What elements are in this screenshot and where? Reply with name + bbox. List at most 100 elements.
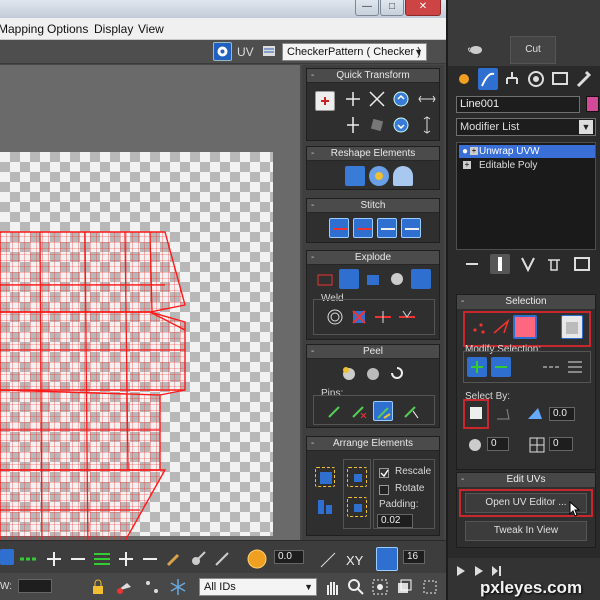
rollup-header[interactable]: - Explode [307, 251, 439, 265]
cut-button[interactable]: Cut [510, 36, 556, 64]
straighten-selection-icon[interactable] [345, 166, 365, 186]
create-tab-icon[interactable] [454, 68, 474, 90]
zoom-icon[interactable] [346, 577, 366, 597]
modify-tab-icon[interactable] [478, 68, 498, 90]
stitch-target-icon[interactable] [353, 218, 373, 238]
menu-mapping[interactable]: Mapping [0, 22, 44, 36]
reset-peel-icon[interactable] [387, 363, 407, 383]
lightbulb-icon[interactable]: ● [462, 145, 468, 158]
object-color-swatch[interactable] [586, 96, 599, 112]
vertex-mode-icon[interactable] [469, 317, 489, 337]
zoom-region-icon[interactable] [370, 577, 390, 597]
plus-icon[interactable] [44, 549, 64, 569]
stack-item-unwrap-uvw[interactable]: ● + Unwrap UVW [459, 145, 595, 158]
select-by-material-id-icon[interactable] [527, 435, 547, 455]
edge-loop-icon[interactable] [541, 357, 561, 377]
list-icon[interactable] [262, 44, 276, 58]
lock-icon[interactable] [90, 577, 106, 597]
menu-display[interactable]: Display [94, 22, 133, 36]
show-end-result-icon[interactable] [490, 254, 510, 274]
quick-peel-icon[interactable] [339, 363, 359, 383]
flatten-by-smoothing-icon[interactable] [411, 269, 431, 289]
pack-custom-icon[interactable] [347, 467, 367, 487]
padding-spinner[interactable]: 0.02 [377, 514, 413, 528]
uv-viewport[interactable] [0, 65, 300, 540]
pack-normalize-icon[interactable] [315, 467, 335, 487]
pan-hand-icon[interactable] [322, 577, 342, 597]
rotate-cw-icon[interactable] [391, 89, 411, 109]
stitch-source-icon[interactable] [401, 218, 421, 238]
snap-spinner[interactable]: 16 [403, 550, 425, 564]
motion-tab-icon[interactable] [526, 68, 546, 90]
remove-modifier-icon[interactable] [544, 254, 564, 274]
texture-dropdown[interactable]: CheckerPattern ( Checker ) ▼ [282, 43, 427, 61]
straighten-icon[interactable] [367, 115, 387, 135]
edge-ring-icon[interactable] [565, 357, 585, 377]
element-mode-icon[interactable] [561, 315, 583, 339]
uv-mesh-wireframe[interactable] [0, 230, 300, 540]
edit-uvs-rollout-header[interactable]: - Edit UVs [457, 473, 595, 487]
falloff-spinner[interactable]: 0.0 [274, 550, 304, 564]
align-horizontal-icon[interactable] [343, 89, 363, 109]
select-pinned-icon[interactable] [401, 401, 421, 421]
utilities-tab-icon[interactable] [574, 68, 594, 90]
show-options-icon[interactable] [142, 577, 162, 597]
weld-edge-icon[interactable] [373, 307, 393, 327]
smoothing-spinner[interactable]: 0 [487, 437, 509, 451]
relax-icon[interactable] [369, 166, 389, 186]
configure-sets-icon[interactable] [572, 254, 592, 274]
display-tab-icon[interactable] [550, 68, 570, 90]
zoom-selected-icon[interactable] [420, 577, 440, 597]
space-horizontal-icon[interactable] [417, 89, 437, 109]
select-by-angle-icon[interactable] [493, 403, 513, 423]
ids-dropdown[interactable]: All IDs ▼ [199, 578, 317, 596]
dropper-icon[interactable] [212, 549, 232, 569]
peel-mode-icon[interactable] [363, 363, 383, 383]
paint-select-icon[interactable] [164, 549, 184, 569]
expand-icon[interactable]: + [470, 147, 478, 155]
planar-angle-icon[interactable] [525, 403, 545, 423]
next-frame-icon[interactable] [490, 564, 504, 578]
stitch-average-icon[interactable] [377, 218, 397, 238]
render-uvs-icon[interactable] [213, 42, 232, 61]
menu-view[interactable]: View [138, 22, 164, 36]
maximize-button[interactable]: □ [380, 0, 404, 16]
hierarchy-tab-icon[interactable] [502, 68, 522, 90]
sphere-icon[interactable] [387, 269, 407, 289]
xy-label[interactable]: XY [346, 553, 363, 568]
relax-shape-icon[interactable] [393, 166, 413, 186]
rollup-header[interactable]: - Reshape Elements [307, 147, 439, 161]
snowflake-icon[interactable] [168, 577, 188, 597]
brush-icon[interactable] [188, 549, 208, 569]
diagonal-line-icon[interactable] [318, 550, 338, 570]
selection-rollout-header[interactable]: - Selection [457, 295, 595, 309]
edge-mode-icon[interactable] [491, 317, 511, 337]
align-vertical-icon[interactable] [343, 115, 363, 135]
pin-icon[interactable] [325, 401, 345, 421]
shrink-icon[interactable] [140, 549, 160, 569]
stack-item-editable-poly[interactable]: + Editable Poly [459, 159, 595, 172]
detach-icon[interactable] [339, 269, 359, 289]
grow-icon[interactable] [116, 549, 136, 569]
minus-icon[interactable] [68, 549, 88, 569]
unpin-icon[interactable] [349, 401, 369, 421]
auto-pin-icon[interactable] [373, 401, 393, 421]
modifier-list-dropdown[interactable]: Modifier List ▼ [456, 118, 596, 136]
object-name-field[interactable]: Line001 [456, 96, 580, 113]
make-unique-icon[interactable] [518, 254, 538, 274]
weld-selected-icon[interactable] [349, 307, 369, 327]
select-by-smoothing-icon[interactable] [465, 435, 485, 455]
rotate-checkbox[interactable] [379, 485, 389, 495]
teapot-icon[interactable] [466, 38, 486, 58]
rollup-header[interactable]: - Peel [307, 345, 439, 359]
weld-horizontal-icon[interactable] [18, 549, 40, 569]
material-id-spinner[interactable]: 0 [549, 437, 573, 451]
snap-icon[interactable] [0, 549, 14, 565]
play-icon[interactable] [472, 564, 486, 578]
grow-selection-icon[interactable] [467, 357, 487, 377]
rotate-ccw-icon[interactable] [391, 115, 411, 135]
loop-green-icon[interactable] [92, 549, 112, 569]
weld-target-icon[interactable] [325, 307, 345, 327]
tweak-in-view-button[interactable]: Tweak In View [465, 521, 587, 541]
filter-selected-icon[interactable] [114, 577, 134, 597]
